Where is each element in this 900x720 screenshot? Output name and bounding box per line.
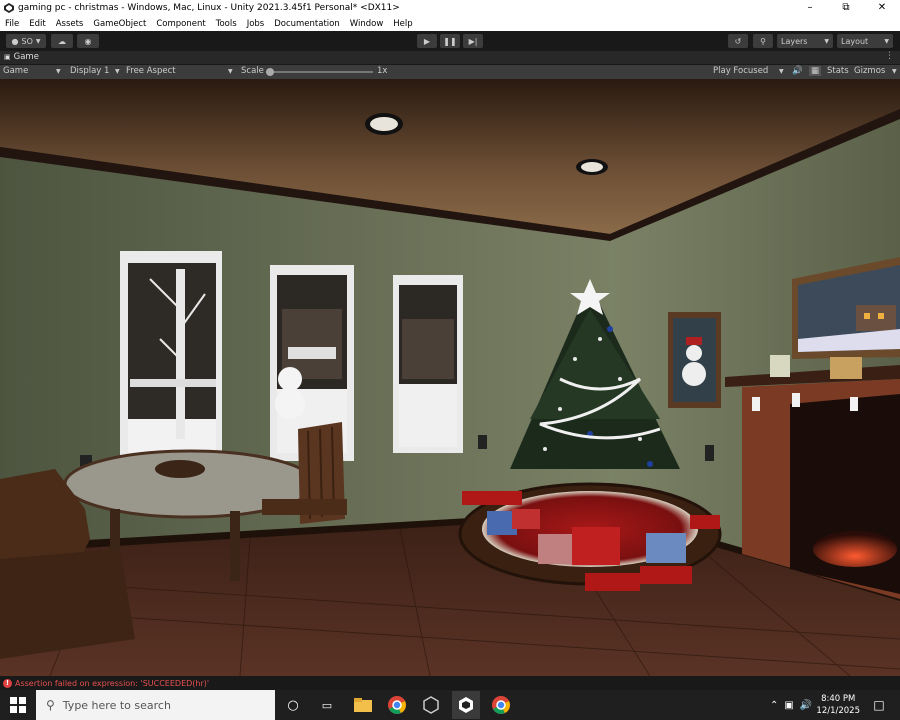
- collab-icon: ◉: [84, 36, 92, 46]
- minimize-icon[interactable]: –: [792, 0, 828, 16]
- chevron-down-icon: ▼: [892, 68, 897, 75]
- cloud-icon: ☁: [58, 36, 66, 46]
- pause-button[interactable]: ❚❚: [440, 34, 460, 48]
- scale-label: Scale: [241, 66, 264, 76]
- error-icon: !: [3, 678, 12, 688]
- step-icon: ▶|: [468, 36, 478, 46]
- history-icon: ↺: [734, 36, 742, 46]
- gizmos-button[interactable]: Gizmos: [854, 66, 885, 76]
- chevron-down-icon: ▼: [115, 68, 120, 75]
- play-icon: ▶: [423, 36, 431, 46]
- menu-gameobject[interactable]: GameObject: [88, 19, 151, 29]
- account-button[interactable]: ● SO ▼: [6, 34, 46, 48]
- game-view-controls: Game ▼ Display 1 ▼ Free Aspect ▼ Scale 1…: [0, 65, 900, 79]
- maximize-icon[interactable]: ⧉: [828, 0, 864, 16]
- layout-dropdown[interactable]: Layout ▼: [837, 34, 893, 48]
- menu-component[interactable]: Component: [151, 19, 210, 29]
- chevron-down-icon: ▼: [35, 37, 41, 45]
- chevron-down-icon: ▼: [56, 68, 61, 75]
- layers-label: Layers: [781, 36, 808, 46]
- windows-taskbar: ⚲ Type here to search ○ ▭ ⌃ ▣ 🔊 8:40 PM …: [0, 690, 900, 720]
- tab-menu-icon[interactable]: ⋮: [885, 51, 894, 61]
- account-icon: ●: [11, 36, 19, 46]
- christmas-room-scene: [0, 79, 900, 676]
- display-label: Display 1: [70, 66, 110, 76]
- menu-file[interactable]: File: [0, 19, 24, 29]
- play-focused-dropdown[interactable]: Play Focused: [713, 66, 768, 76]
- main-toolbar: ● SO ▼ ☁ ◉ ▶ ❚❚ ▶| ↺ ⚲ Layers ▼ Layout ▼: [0, 31, 900, 51]
- chevron-down-icon: ▼: [228, 68, 233, 75]
- menu-help[interactable]: Help: [388, 19, 417, 29]
- search-button[interactable]: ⚲: [753, 34, 773, 48]
- mute-audio-icon[interactable]: 🔊: [792, 66, 803, 76]
- aspect-dropdown[interactable]: Free Aspect: [126, 66, 176, 76]
- menu-edit[interactable]: Edit: [24, 19, 50, 29]
- account-label: SO: [21, 36, 33, 46]
- scale-slider[interactable]: [266, 68, 373, 76]
- cloud-button[interactable]: ☁: [51, 34, 73, 48]
- menu-documentation[interactable]: Documentation: [269, 19, 345, 29]
- console-status-bar[interactable]: ! Assertion failed on expression: 'SUCCE…: [0, 676, 900, 690]
- display-dropdown[interactable]: Display 1: [70, 66, 109, 76]
- play-mode-label: Play Focused: [713, 66, 769, 76]
- game-mode-label: Game: [3, 66, 29, 76]
- play-button[interactable]: ▶: [417, 34, 437, 48]
- layers-dropdown[interactable]: Layers ▼: [777, 34, 833, 48]
- layout-label: Layout: [841, 36, 869, 46]
- taskbar-search[interactable]: ⚲ Type here to search: [36, 690, 275, 720]
- game-tab-bar: ▣ Game ⋮: [0, 51, 900, 65]
- chevron-down-icon: ▼: [824, 37, 829, 45]
- cortana-icon[interactable]: ○: [282, 695, 304, 715]
- clock-time: 8:40 PM: [821, 694, 856, 704]
- unity-logo-icon: [4, 3, 14, 13]
- search-placeholder: Type here to search: [62, 698, 171, 712]
- window-title: gaming pc - christmas - Windows, Mac, Li…: [18, 3, 400, 13]
- game-mode-dropdown[interactable]: Game: [3, 66, 28, 76]
- stats-button[interactable]: Stats: [827, 66, 849, 76]
- menu-tools[interactable]: Tools: [211, 19, 242, 29]
- search-icon: ⚲: [760, 36, 766, 46]
- tab-game[interactable]: ▣ Game: [4, 52, 39, 62]
- menu-window[interactable]: Window: [345, 19, 389, 29]
- pause-icon: ❚❚: [443, 36, 457, 46]
- game-view-icon: ▣: [4, 53, 11, 61]
- unity-hub-icon[interactable]: [420, 695, 442, 715]
- game-viewport[interactable]: [0, 79, 900, 676]
- network-icon[interactable]: ▣: [784, 700, 793, 711]
- menu-jobs[interactable]: Jobs: [242, 19, 270, 29]
- notification-icon[interactable]: □: [868, 695, 890, 715]
- file-explorer-icon[interactable]: [352, 695, 374, 715]
- search-icon: ⚲: [46, 698, 55, 712]
- tab-game-label: Game: [13, 52, 39, 62]
- close-icon[interactable]: ✕: [864, 0, 900, 16]
- windows-start-icon[interactable]: [7, 695, 29, 715]
- collab-button[interactable]: ◉: [77, 34, 99, 48]
- aspect-label: Free Aspect: [126, 66, 176, 76]
- scale-value: 1x: [377, 66, 388, 76]
- stats-grid-icon[interactable]: ▦: [809, 66, 822, 76]
- volume-icon[interactable]: 🔊: [800, 700, 812, 711]
- history-button[interactable]: ↺: [728, 34, 748, 48]
- taskbar-clock[interactable]: 8:40 PM 12/1/2025: [816, 693, 860, 717]
- step-button[interactable]: ▶|: [463, 34, 483, 48]
- menu-assets[interactable]: Assets: [51, 19, 89, 29]
- window-titlebar: gaming pc - christmas - Windows, Mac, Li…: [0, 0, 900, 16]
- task-view-icon[interactable]: ▭: [316, 695, 338, 715]
- clock-date: 12/1/2025: [816, 706, 860, 716]
- unity-editor-icon[interactable]: [452, 691, 480, 719]
- error-message: Assertion failed on expression: 'SUCCEED…: [15, 678, 210, 688]
- gizmos-label: Gizmos: [854, 66, 886, 76]
- chevron-up-icon[interactable]: ⌃: [770, 700, 778, 711]
- scale-slider-handle[interactable]: [266, 68, 274, 76]
- chevron-down-icon: ▼: [779, 68, 784, 75]
- chrome-icon[interactable]: [490, 695, 512, 715]
- chevron-down-icon: ▼: [884, 37, 889, 45]
- menu-bar: File Edit Assets GameObject Component To…: [0, 16, 900, 31]
- chrome-icon[interactable]: [386, 695, 408, 715]
- stats-label: Stats: [827, 66, 849, 76]
